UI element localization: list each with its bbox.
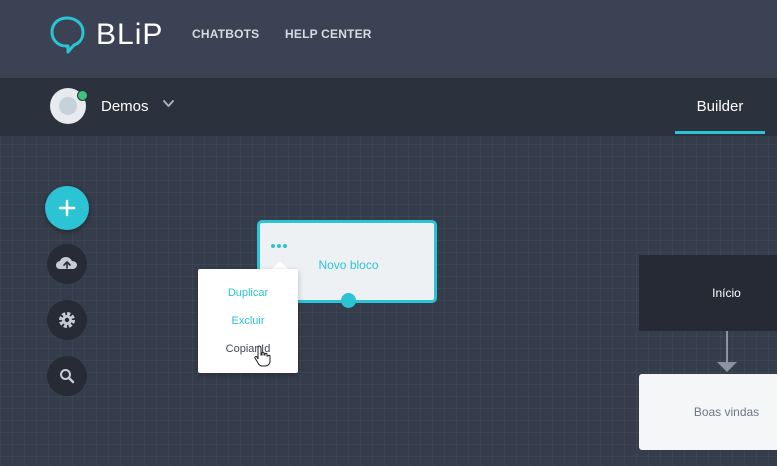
node-label-start: Início (712, 286, 741, 300)
menu-item-duplicate[interactable]: Duplicar (198, 287, 298, 299)
menu-item-copy-id[interactable]: Copiar Id (198, 343, 298, 355)
nav-help-center[interactable]: HELP CENTER (285, 27, 372, 41)
add-block-button[interactable] (45, 186, 89, 230)
online-status-dot (77, 90, 88, 101)
settings-button[interactable] (47, 300, 87, 340)
menu-item-delete[interactable]: Excluir (198, 315, 298, 327)
avatar-icon (59, 97, 77, 115)
menu-pointer (272, 261, 288, 269)
speech-bubble-logo-icon (50, 16, 85, 54)
block-output-connector[interactable] (341, 293, 356, 308)
flow-node-start[interactable]: Início (639, 255, 777, 331)
publish-button[interactable] (47, 244, 87, 284)
gear-icon (59, 312, 75, 328)
cloud-upload-icon (56, 257, 77, 269)
search-icon (60, 369, 75, 384)
logo-text: BLiP (96, 18, 164, 51)
hand-cursor-icon (254, 345, 271, 367)
search-button[interactable] (47, 356, 87, 396)
flow-node-welcome[interactable]: Boas vindas (639, 374, 777, 450)
blip-logo[interactable]: BLiP (50, 16, 164, 56)
block-options-icon[interactable] (271, 235, 291, 248)
bot-name[interactable]: Demos (101, 98, 149, 115)
node-label-welcome: Boas vindas (693, 405, 760, 419)
tab-builder[interactable]: Builder (675, 98, 765, 115)
add-icon (58, 199, 76, 217)
nav-chatbots[interactable]: CHATBOTS (192, 27, 259, 41)
active-tab-indicator (675, 131, 765, 134)
block-context-menu: Duplicar Excluir Copiar Id (198, 269, 298, 373)
flow-arrow-head (717, 362, 737, 372)
chevron-down-icon[interactable] (162, 97, 175, 110)
